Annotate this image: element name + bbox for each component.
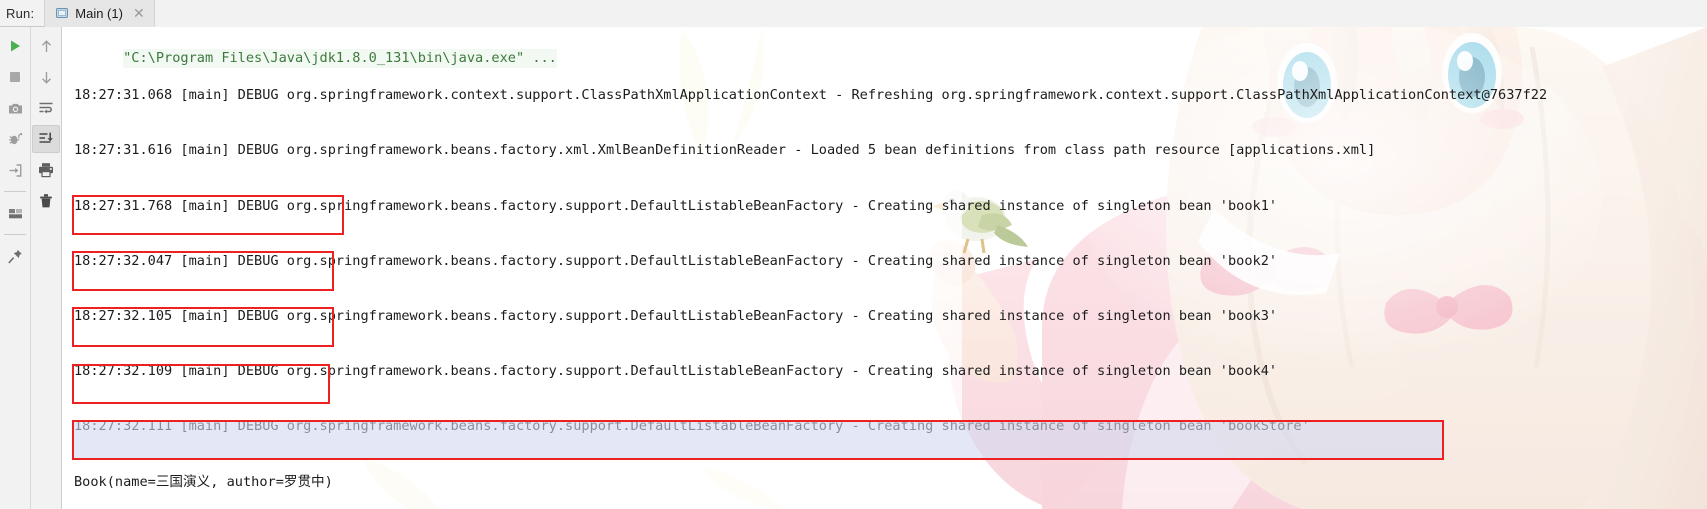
toolbar-divider-2 (4, 234, 27, 235)
export-icon (9, 163, 22, 177)
console-line: 18:27:31.616 [main] DEBUG org.springfram… (74, 142, 1376, 159)
console-line: 18:27:32.047 [main] DEBUG org.springfram… (74, 252, 1278, 269)
console-line: 18:27:32.109 [main] DEBUG org.springfram… (74, 363, 1278, 380)
play-icon (11, 40, 21, 52)
debug-button[interactable] (1, 125, 29, 153)
scroll-to-end-icon (39, 132, 54, 143)
tab-main[interactable]: Main (1) ✕ (44, 0, 155, 27)
scroll-to-end-button[interactable] (32, 125, 61, 153)
layout-button[interactable] (1, 199, 29, 227)
screenshot-button[interactable] (1, 94, 29, 122)
console-text: "C:\Program Files\Java\jdk1.8.0_131\bin\… (62, 27, 1547, 509)
run-label: Run: (6, 5, 35, 21)
stop-button[interactable] (1, 63, 29, 91)
pin-button[interactable] (1, 242, 29, 270)
up-arrow-button[interactable] (32, 32, 60, 60)
soft-wrap-icon (39, 102, 53, 114)
console-toolbar (0, 27, 62, 509)
rerun-button[interactable] (1, 32, 29, 60)
arrow-up-icon (41, 39, 51, 52)
toolbar-column-right (30, 27, 61, 509)
soft-wrap-button[interactable] (32, 94, 60, 122)
toolbar-divider (4, 191, 27, 192)
console-line: 18:27:31.068 [main] DEBUG org.springfram… (74, 87, 1548, 104)
arrow-down-icon (41, 71, 51, 84)
tab-title: Main (1) (75, 5, 123, 21)
layout-icon (8, 208, 22, 218)
console-line: 18:27:32.111 [main] DEBUG org.springfram… (74, 418, 1310, 435)
console-line: Book(name=三国演义, author=罗贯中) (74, 473, 333, 490)
console-line: 18:27:31.768 [main] DEBUG org.springfram… (74, 197, 1278, 214)
console-line: 18:27:32.105 [main] DEBUG org.springfram… (74, 308, 1278, 325)
export-button[interactable] (1, 156, 29, 184)
tab-bar-empty-area (154, 0, 1707, 27)
console-output[interactable]: "C:\Program Files\Java\jdk1.8.0_131\bin\… (62, 27, 1707, 509)
clear-all-button[interactable] (32, 187, 60, 215)
run-configuration-icon (55, 6, 69, 20)
stop-square-icon (10, 72, 21, 82)
printer-icon (39, 163, 54, 178)
toolbar-column-left (0, 27, 30, 509)
down-arrow-button[interactable] (32, 63, 60, 91)
debug-icon (8, 132, 22, 144)
console-line: "C:\Program Files\Java\jdk1.8.0_131\bin\… (123, 49, 557, 68)
run-tool-window: Run: Main (1) ✕ "C:\Program Files\Java\j… (0, 0, 1707, 509)
run-tab-bar: Run: Main (1) ✕ (0, 0, 1707, 27)
close-icon[interactable]: ✕ (133, 6, 145, 20)
pin-icon (7, 249, 22, 264)
print-button[interactable] (32, 156, 60, 184)
camera-icon (8, 103, 22, 113)
trash-icon (40, 194, 53, 208)
